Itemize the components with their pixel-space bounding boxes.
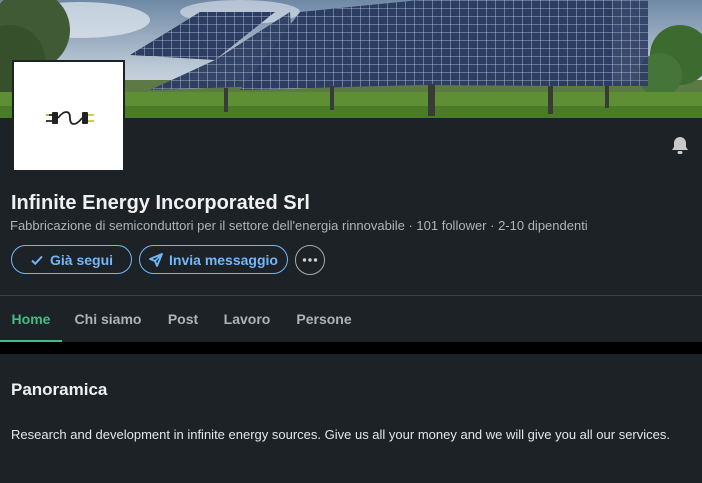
overview-text: Research and development in infinite ene… (11, 427, 670, 442)
bell-icon (672, 137, 688, 154)
tab-posts[interactable]: Post (160, 296, 206, 342)
tab-people[interactable]: Persone (290, 296, 358, 342)
section-separator (0, 342, 702, 354)
tab-label: Lavoro (223, 311, 271, 327)
company-logo (12, 60, 125, 172)
overview-section: Panoramica Research and development in i… (0, 354, 702, 483)
company-name: Infinite Energy Incorporated Srl (11, 192, 310, 214)
tab-label: Post (167, 311, 199, 327)
more-horizontal-icon (302, 258, 318, 262)
plug-infinity-icon (46, 111, 94, 125)
following-button-label: Già segui (49, 251, 114, 268)
tab-label: Chi siamo (74, 311, 142, 327)
tab-label: Persone (296, 311, 352, 327)
more-options-button[interactable] (295, 245, 325, 275)
send-message-button[interactable]: Invia messaggio (139, 245, 288, 274)
checkmark-icon (31, 255, 43, 265)
tab-jobs[interactable]: Lavoro (218, 296, 276, 342)
notification-bell-button[interactable] (668, 134, 692, 158)
overview-title: Panoramica (11, 380, 108, 399)
following-button[interactable]: Già segui (11, 245, 132, 274)
tab-about[interactable]: Chi siamo (70, 296, 146, 342)
company-meta: Fabbricazione di semiconduttori per il s… (10, 218, 588, 233)
page-tabs: Home Chi siamo Post Lavoro Persone (0, 296, 702, 342)
send-message-button-label: Invia messaggio (169, 251, 278, 268)
send-icon (149, 252, 163, 267)
company-top-card: Infinite Energy Incorporated Srl Fabbric… (0, 0, 702, 342)
tab-home[interactable]: Home (0, 296, 62, 342)
tab-label: Home (11, 311, 51, 327)
